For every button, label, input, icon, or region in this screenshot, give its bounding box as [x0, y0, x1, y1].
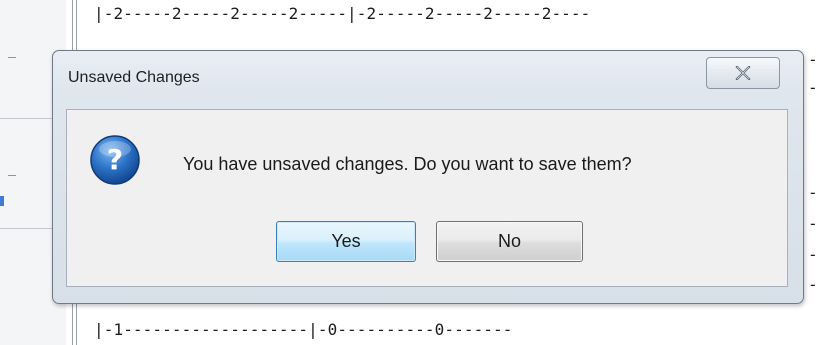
- right-tick: -: [808, 78, 818, 97]
- yes-button-label: Yes: [331, 231, 361, 251]
- dialog-message: You have unsaved changes. Do you want to…: [183, 154, 632, 174]
- tab-line-bottom: |-1-------------------|-0----------0----…: [94, 320, 513, 339]
- tab-line-top: |-2-----2-----2-----2-----|-2-----2-----…: [94, 4, 591, 23]
- unsaved-changes-dialog: Unsaved Changes ? You have unsaved chang…: [52, 50, 804, 304]
- right-tick: -: [808, 183, 818, 202]
- yes-button[interactable]: Yes: [276, 221, 416, 262]
- right-tick: -: [808, 50, 818, 69]
- right-tick: -: [808, 275, 818, 294]
- right-tick: -: [808, 214, 818, 233]
- close-button[interactable]: [706, 57, 780, 89]
- panel-dash: [8, 175, 16, 176]
- right-tick: -: [808, 245, 818, 264]
- svg-text:?: ?: [107, 143, 123, 176]
- dialog-title: Unsaved Changes: [68, 69, 200, 86]
- no-button-label: No: [497, 231, 521, 251]
- panel-dash: [8, 57, 16, 58]
- close-icon: [735, 66, 751, 80]
- panel-marker: [0, 196, 4, 206]
- no-button[interactable]: No: [436, 221, 583, 262]
- question-icon: ?: [90, 135, 140, 185]
- dialog-content: ? You have unsaved changes. Do you want …: [66, 109, 788, 287]
